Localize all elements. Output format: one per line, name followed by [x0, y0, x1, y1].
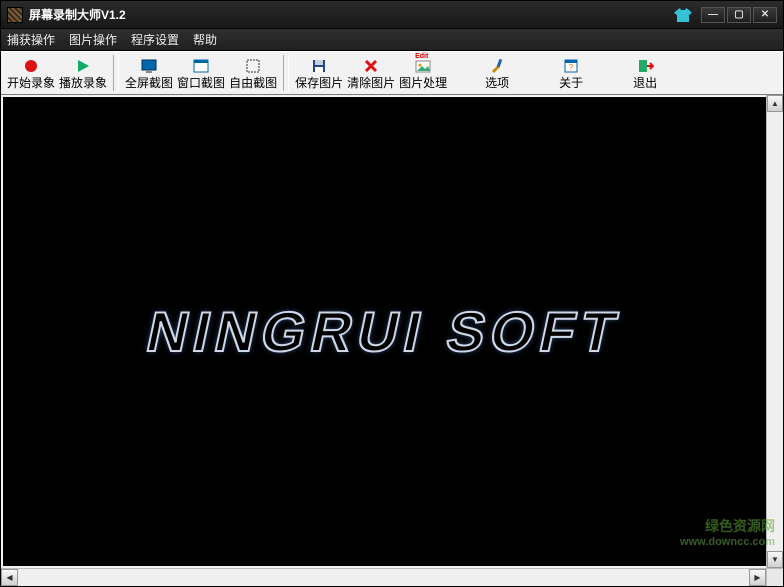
about-button[interactable]: ? 关于	[545, 53, 597, 93]
menu-help[interactable]: 帮助	[193, 31, 217, 48]
exit-button[interactable]: 退出	[619, 53, 671, 93]
crop-icon	[243, 56, 263, 76]
close-button[interactable]: ✕	[753, 7, 777, 23]
play-record-button[interactable]: 播放录象	[57, 53, 109, 93]
free-shot-label: 自由截图	[229, 76, 277, 90]
scroll-corner	[766, 569, 783, 586]
titlebar: 屏幕录制大师V1.2 — ▢ ✕	[1, 1, 783, 29]
play-icon	[73, 56, 93, 76]
record-icon	[21, 56, 41, 76]
window-shot-button[interactable]: 窗口截图	[175, 53, 227, 93]
maximize-button[interactable]: ▢	[727, 7, 751, 23]
save-icon	[309, 56, 329, 76]
toolbar: 开始录象 播放录象 全屏截图 窗口截图 自由截图 保存图片 清除图片	[1, 51, 783, 95]
fullscreen-shot-button[interactable]: 全屏截图	[123, 53, 175, 93]
tshirt-icon	[673, 7, 693, 23]
window-shot-label: 窗口截图	[177, 76, 225, 90]
options-button[interactable]: 选项	[471, 53, 523, 93]
clear-image-button[interactable]: 清除图片	[345, 53, 397, 93]
vertical-scrollbar[interactable]: ▲ ▼	[766, 95, 783, 568]
app-icon	[7, 7, 23, 23]
app-window: 屏幕录制大师V1.2 — ▢ ✕ 捕获操作 图片操作 程序设置 帮助 开始录象 …	[0, 0, 784, 587]
options-label: 选项	[485, 76, 509, 90]
image-edit-button[interactable]: Edit 图片处理	[397, 53, 449, 93]
scroll-right-button[interactable]: ▶	[749, 569, 766, 586]
edit-icon: Edit	[413, 56, 433, 76]
separator	[283, 55, 289, 91]
exit-label: 退出	[633, 76, 657, 90]
window-controls: — ▢ ✕	[701, 7, 777, 23]
menu-capture[interactable]: 捕获操作	[7, 31, 55, 48]
horizontal-scrollbar[interactable]: ◀ ▶	[1, 569, 766, 586]
about-label: 关于	[559, 76, 583, 90]
delete-icon	[361, 56, 381, 76]
minimize-button[interactable]: —	[701, 7, 725, 23]
start-record-button[interactable]: 开始录象	[5, 53, 57, 93]
scroll-left-button[interactable]: ◀	[1, 569, 18, 586]
save-image-button[interactable]: 保存图片	[293, 53, 345, 93]
free-shot-button[interactable]: 自由截图	[227, 53, 279, 93]
fullscreen-shot-label: 全屏截图	[125, 76, 173, 90]
menu-image[interactable]: 图片操作	[69, 31, 117, 48]
scroll-down-button[interactable]: ▼	[767, 551, 783, 568]
edit-badge: Edit	[415, 53, 428, 60]
logo-text: NINGRUI SOFT	[141, 299, 628, 364]
preview-canvas: NINGRUI SOFT	[3, 97, 766, 566]
image-edit-label: 图片处理	[399, 76, 447, 90]
save-image-label: 保存图片	[295, 76, 343, 90]
scroll-track[interactable]	[767, 112, 783, 551]
play-record-label: 播放录象	[59, 76, 107, 90]
svg-text:?: ?	[569, 63, 574, 72]
monitor-icon	[139, 56, 159, 76]
clear-image-label: 清除图片	[347, 76, 395, 90]
menu-settings[interactable]: 程序设置	[131, 31, 179, 48]
content-area: NINGRUI SOFT ▲ ▼ 绿色资源网 www.downcc.com	[1, 95, 783, 568]
separator	[113, 55, 119, 91]
start-record-label: 开始录象	[7, 76, 55, 90]
about-icon: ?	[561, 56, 581, 76]
window-icon	[191, 56, 211, 76]
exit-icon	[635, 56, 655, 76]
scroll-track[interactable]	[18, 569, 749, 586]
scroll-up-button[interactable]: ▲	[767, 95, 783, 112]
statusbar: ◀ ▶	[1, 568, 783, 586]
tools-icon	[487, 56, 507, 76]
menubar: 捕获操作 图片操作 程序设置 帮助	[1, 29, 783, 51]
window-title: 屏幕录制大师V1.2	[29, 6, 673, 23]
